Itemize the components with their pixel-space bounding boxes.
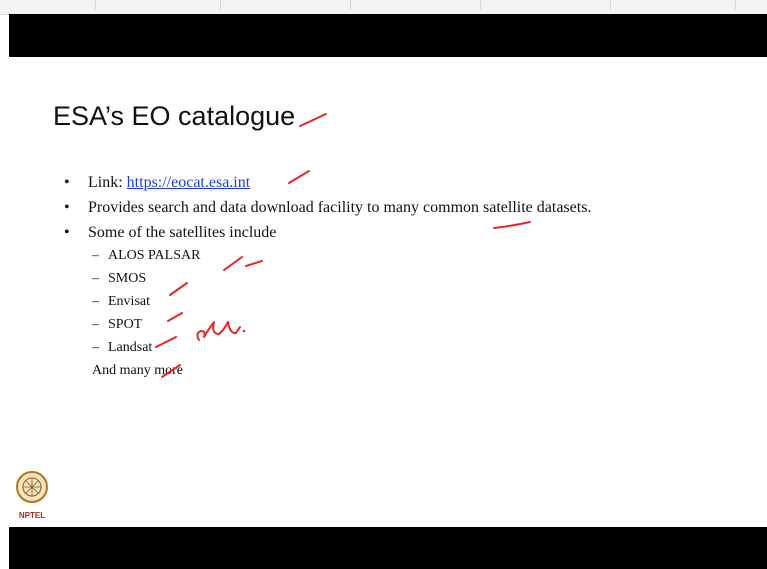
- ruler-tick: [95, 0, 96, 10]
- satellite-item: – SPOT: [88, 316, 591, 334]
- satellite-item: – SMOS: [88, 270, 591, 288]
- satellite-name: Envisat: [108, 294, 150, 309]
- bullet-icon: •: [64, 199, 70, 216]
- ruler-tick: [350, 0, 351, 10]
- and-many-more: And many more: [92, 363, 183, 378]
- bullet-satellites: • Some of the satellites include – ALOS P…: [64, 223, 591, 380]
- satellite-item: – ALOS PALSAR: [88, 247, 591, 265]
- top-strip: [0, 0, 767, 15]
- video-letterbox-bottom: [9, 527, 767, 569]
- bullet-icon: •: [64, 174, 70, 191]
- video-letterbox-top: [9, 14, 767, 57]
- dash-icon: –: [92, 340, 99, 355]
- ruler-tick: [220, 0, 221, 10]
- catalogue-link[interactable]: https://eocat.esa.int: [127, 174, 251, 191]
- dash-icon: –: [92, 317, 99, 332]
- nptel-logo-text: NPTEL: [19, 511, 45, 520]
- bullet-icon: •: [64, 224, 70, 241]
- slide: ESA’s EO catalogue • Link: https://eocat…: [9, 57, 767, 527]
- satellite-item: – Landsat: [88, 339, 591, 357]
- satellite-name: SMOS: [108, 271, 147, 286]
- link-prefix: Link:: [88, 174, 127, 191]
- bullet-text: Some of the satellites include: [88, 224, 277, 241]
- satellite-list: – ALOS PALSAR – SMOS – Envisat – SPOT – Lands…: [88, 247, 591, 357]
- satellite-name: SPOT: [108, 317, 143, 332]
- bullet-text: Provides search and data download facili…: [88, 199, 592, 216]
- ruler-tick: [735, 0, 736, 10]
- slide-title: ESA’s EO catalogue: [53, 101, 296, 131]
- nptel-logo-icon: NPTEL: [16, 471, 48, 520]
- ruler-tick: [610, 0, 611, 10]
- satellite-name: ALOS PALSAR: [108, 248, 201, 263]
- bullet-description: • Provides search and data download faci…: [64, 198, 591, 218]
- bullet-list: • Link: https://eocat.esa.int • Provides…: [64, 173, 591, 385]
- ruler-tick: [480, 0, 481, 10]
- bullet-link: • Link: https://eocat.esa.int: [64, 173, 591, 193]
- dash-icon: –: [92, 271, 99, 286]
- satellite-item: – Envisat: [88, 293, 591, 311]
- satellite-name: Landsat: [108, 340, 153, 355]
- dash-icon: –: [92, 294, 99, 309]
- dash-icon: –: [92, 248, 99, 263]
